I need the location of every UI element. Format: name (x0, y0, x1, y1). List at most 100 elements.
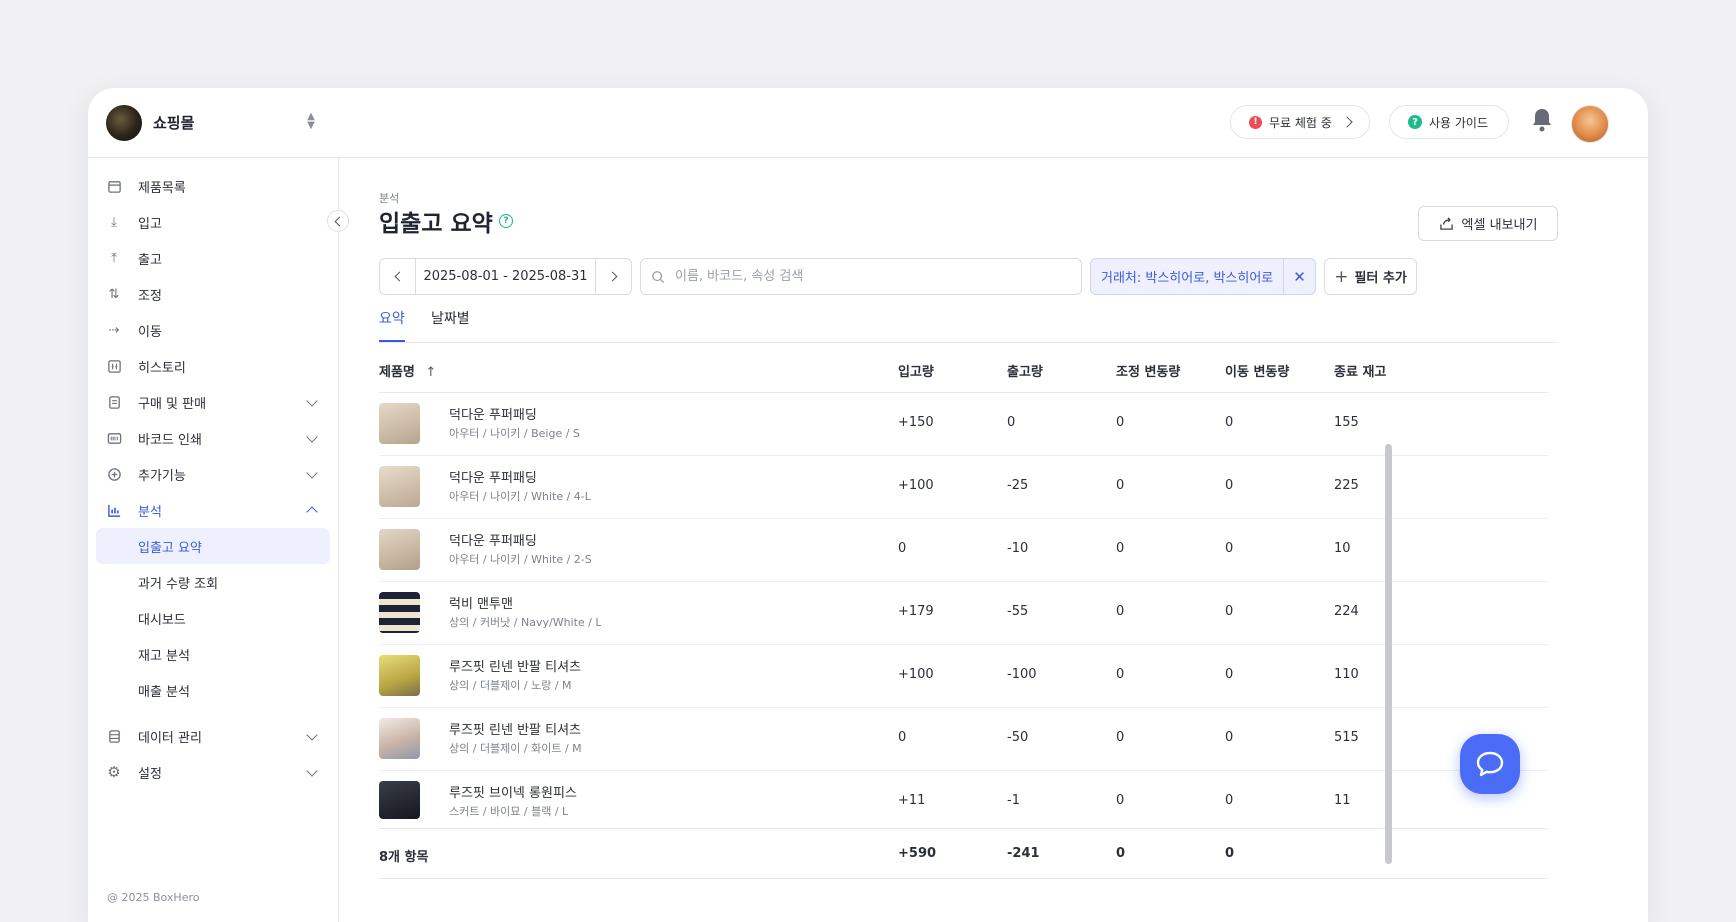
tab-by-date[interactable]: 날짜별 (431, 306, 470, 342)
sidebar-item-data-management[interactable]: 데이터 관리 (96, 718, 330, 754)
sidebar-item-label: 바코드 인쇄 (138, 432, 202, 448)
sidebar-item-addons[interactable]: 추가기능 (96, 456, 330, 492)
prev-period-button[interactable] (380, 259, 416, 294)
ending-stock: 11 (1334, 793, 1351, 808)
inbound-qty: +150 (898, 415, 934, 430)
table-footer: 8개 항목 +590 -241 0 0 (379, 828, 1548, 879)
shop-logo[interactable] (106, 105, 142, 141)
bell-icon[interactable] (1530, 107, 1554, 133)
sidebar-item-adjust[interactable]: ⇅ 조정 (96, 276, 330, 312)
date-range-value[interactable]: 2025-08-01 - 2025-08-31 (416, 259, 595, 294)
sidebar-item-transfer[interactable]: ⇢ 이동 (96, 312, 330, 348)
column-header-transfer[interactable]: 이동 변동량 (1225, 361, 1289, 380)
column-header-inbound[interactable]: 입고량 (898, 361, 934, 380)
close-icon[interactable]: ✕ (1283, 259, 1315, 294)
arrow-right-icon: ⇢ (108, 322, 120, 338)
column-header-ending-stock[interactable]: 종료 재고 (1334, 361, 1386, 380)
outbound-qty: -100 (1007, 667, 1037, 682)
column-header-product[interactable]: 제품명 ↑ (379, 361, 436, 380)
table-row[interactable]: 덕다운 푸퍼패딩 아우터 / 나이키 / Beige / S +150 0 0 … (379, 392, 1548, 456)
column-header-outbound[interactable]: 출고량 (1007, 361, 1043, 380)
adjust-qty: 0 (1116, 478, 1125, 493)
table-row[interactable]: 덕다운 푸퍼패딩 아우터 / 나이키 / White / 4-L +100 -2… (379, 455, 1548, 519)
table-scrollbar[interactable] (1385, 444, 1392, 864)
database-icon (106, 728, 122, 744)
chat-support-button[interactable] (1460, 734, 1520, 794)
product-thumbnail (379, 466, 420, 507)
inbound-qty: +100 (898, 667, 934, 682)
alert-icon: ! (1249, 115, 1262, 129)
product-attributes: 아우터 / 나이키 / White / 4-L (449, 490, 591, 503)
tab-summary[interactable]: 요약 (379, 306, 405, 342)
search-icon (652, 270, 665, 283)
sidebar-item-label: 입고 (138, 216, 162, 232)
column-header-label: 제품명 (379, 365, 415, 380)
adjust-qty: 0 (1116, 793, 1125, 808)
table-row[interactable]: 루즈핏 브이넥 롱원피스 스커트 / 바이묘 / 블랙 / L +11 -1 0… (379, 770, 1548, 827)
bar-chart-icon (106, 502, 122, 518)
search-input[interactable] (673, 268, 1057, 285)
adjust-qty: 0 (1116, 667, 1125, 682)
sidebar-item-outbound[interactable]: ⤒ 출고 (96, 240, 330, 276)
table-header: 제품명 ↑ 입고량 출고량 조정 변동량 이동 변동량 종료 재고 (379, 344, 1548, 393)
sidebar-item-label: 구매 및 판매 (138, 396, 207, 412)
transfer-qty: 0 (1225, 667, 1234, 682)
user-avatar[interactable] (1571, 105, 1609, 143)
shop-name[interactable]: 쇼핑몰 (153, 112, 194, 133)
help-icon: ? (1408, 115, 1422, 129)
export-excel-button[interactable]: 엑셀 내보내기 (1418, 206, 1558, 241)
column-header-adjustment[interactable]: 조정 변동량 (1116, 361, 1180, 380)
sidebar-item-settings[interactable]: ⚙ 설정 (96, 754, 330, 790)
ending-stock: 515 (1334, 730, 1359, 745)
free-trial-button[interactable]: ! 무료 체험 중 (1230, 105, 1370, 139)
sidebar-subitem-stock-analysis[interactable]: 재고 분석 (96, 636, 330, 672)
box-icon (106, 178, 122, 194)
sidebar-item-products[interactable]: 제품목록 (96, 168, 330, 204)
sidebar-item-analysis[interactable]: 분석 (96, 492, 330, 528)
sidebar-item-purchase-sales[interactable]: 구매 및 판매 (96, 384, 330, 420)
chevron-right-icon (1341, 116, 1353, 128)
next-period-button[interactable] (595, 259, 631, 294)
main-content: 분석 입출고 요약 ? 엑셀 내보내기 2025-08-01 - 2025-08… (339, 158, 1648, 922)
adjust-qty: 0 (1116, 604, 1125, 619)
sort-ascending-icon[interactable]: ↑ (425, 365, 436, 380)
table-row[interactable]: 덕다운 푸퍼패딩 아우터 / 나이키 / White / 2-S 0 -10 0… (379, 518, 1548, 582)
sidebar: 제품목록 ⤓ 입고 ⤒ 출고 ⇅ 조정 ⇢ 이동 히스토리 구매 및 판매 바코… (88, 158, 339, 922)
product-thumbnail (379, 655, 420, 696)
chevron-down-icon (306, 765, 318, 777)
transfer-qty: 0 (1225, 541, 1234, 556)
adjust-qty: 0 (1116, 541, 1125, 556)
sidebar-item-inbound[interactable]: ⤓ 입고 (96, 204, 330, 240)
adjust-qty: 0 (1116, 730, 1125, 745)
app-window: 쇼핑몰 ▲ ▼ ! 무료 체험 중 ? 사용 가이드 제품목록 ⤓ 입고 ⤒ 출고 (88, 88, 1648, 922)
sidebar-item-history[interactable]: 히스토리 (96, 348, 330, 384)
gear-icon: ⚙ (107, 763, 121, 781)
product-attributes: 상의 / 더블제이 / 노랑 / M (449, 679, 572, 692)
product-name: 루즈핏 린넨 반팔 티셔츠 (449, 723, 581, 738)
transfer-qty: 0 (1225, 793, 1234, 808)
copyright: @ 2025 BoxHero (107, 891, 200, 904)
sidebar-subitem-past-quantity[interactable]: 과거 수량 조회 (96, 564, 330, 600)
sidebar-subitem-sales-analysis[interactable]: 매출 분석 (96, 672, 330, 708)
shop-switch-icon[interactable]: ▲ ▼ (304, 112, 318, 132)
total-adjustment: 0 (1116, 846, 1126, 861)
table-row[interactable]: 루즈핏 린넨 반팔 티셔츠 상의 / 더블제이 / 화이트 / M 0 -50 … (379, 707, 1548, 771)
table-row[interactable]: 럭비 맨투맨 상의 / 커버낫 / Navy/White / L +179 -5… (379, 581, 1548, 645)
inbound-qty: +11 (898, 793, 926, 808)
product-thumbnail (379, 592, 420, 633)
user-guide-button[interactable]: ? 사용 가이드 (1389, 105, 1509, 139)
sidebar-item-barcode[interactable]: 바코드 인쇄 (96, 420, 330, 456)
vendor-filter-chip[interactable]: 거래처: 박스히어로, 박스히어로 ✕ (1090, 258, 1316, 295)
sidebar-subitem-dashboard[interactable]: 대시보드 (96, 600, 330, 636)
sidebar-subitem-inout-summary[interactable]: 입출고 요약 (96, 528, 330, 564)
chevron-right-icon (607, 271, 617, 282)
add-filter-button[interactable]: + 필터 추가 (1324, 258, 1417, 295)
ending-stock: 10 (1334, 541, 1351, 556)
sidebar-item-label: 이동 (138, 324, 162, 340)
table-row[interactable]: 루즈핏 린넨 반팔 티셔츠 상의 / 더블제이 / 노랑 / M +100 -1… (379, 644, 1548, 708)
sidebar-collapse-button[interactable] (327, 210, 349, 232)
arrow-up-icon: ⤒ (111, 250, 117, 266)
inbound-qty: +179 (898, 604, 934, 619)
adjust-qty: 0 (1116, 415, 1125, 430)
help-circle-icon[interactable]: ? (499, 214, 513, 228)
